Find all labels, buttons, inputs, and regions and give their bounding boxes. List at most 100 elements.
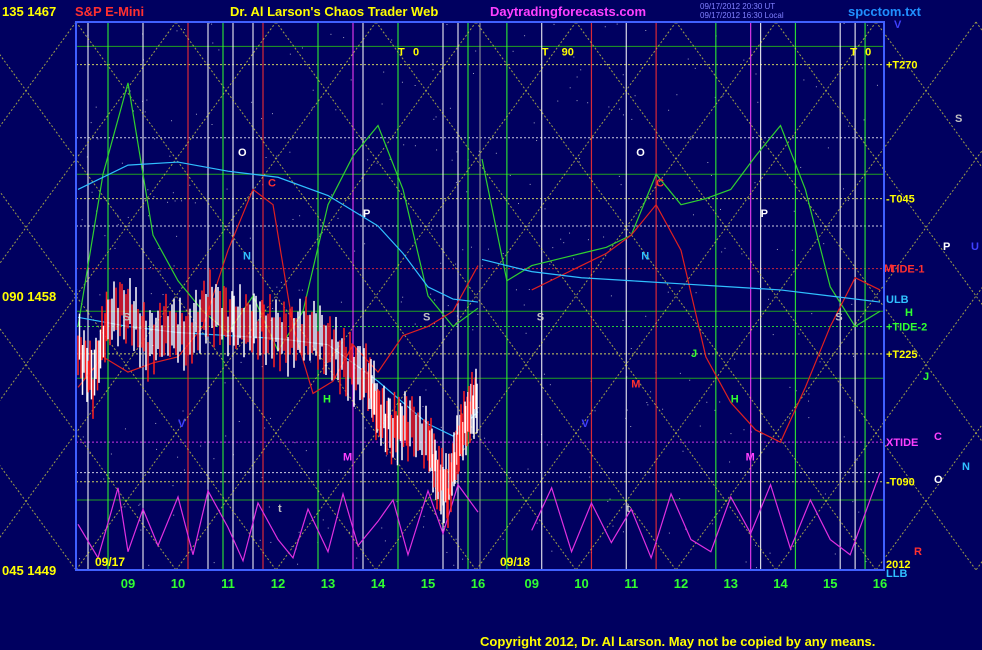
star-dot [330, 33, 332, 35]
star-dot [808, 393, 810, 395]
star-dot [82, 436, 84, 438]
star-dot [150, 293, 152, 295]
plot-letter: V [178, 418, 186, 430]
star-dot [528, 289, 530, 291]
right-label: LLB [886, 568, 907, 580]
star-dot [721, 251, 723, 253]
star-dot [182, 410, 184, 412]
star-dot [158, 248, 160, 250]
star-dot [478, 407, 480, 409]
star-dot [153, 196, 155, 198]
plot-letter: M [746, 451, 755, 463]
plot-letter: J [691, 348, 697, 360]
star-dot [272, 308, 274, 310]
star-dot [200, 445, 202, 447]
star-dot [610, 295, 612, 297]
star-dot [213, 562, 215, 564]
star-dot [676, 94, 678, 96]
series-magenta [531, 472, 881, 560]
star-dot [305, 450, 307, 452]
star-dot [618, 108, 620, 110]
star-dot [861, 67, 863, 69]
star-dot [808, 400, 810, 402]
star-dot [356, 557, 358, 559]
x-tick-label: 13 [321, 576, 335, 591]
star-dot [385, 455, 387, 457]
star-dot [354, 148, 356, 150]
star-dot [579, 157, 581, 159]
star-dot [261, 118, 263, 120]
star-dot [149, 267, 151, 269]
star-dot [402, 296, 404, 298]
star-dot [524, 35, 526, 37]
star-dot [472, 329, 474, 331]
star-dot [576, 100, 578, 102]
star-dot [569, 87, 571, 89]
star-dot [249, 237, 251, 239]
star-dot [117, 214, 119, 216]
star-dot [124, 428, 126, 430]
star-dot [414, 145, 416, 147]
star-dot [291, 546, 293, 548]
star-dot [181, 200, 183, 202]
star-dot [546, 444, 548, 446]
legend-letter: R [914, 546, 922, 558]
star-dot [594, 410, 596, 412]
star-dot [603, 236, 605, 238]
star-dot [350, 79, 352, 81]
plot-letter: C [656, 177, 664, 189]
star-dot [560, 238, 562, 240]
star-dot [104, 235, 106, 237]
star-dot [173, 265, 175, 267]
star-dot [381, 527, 383, 529]
star-dot [462, 558, 464, 560]
plot-letter: P [363, 208, 370, 220]
star-dot [536, 140, 538, 142]
price-bars [77, 269, 478, 528]
star-dot [755, 73, 757, 75]
star-dot [299, 215, 301, 217]
plot-letter: T [398, 46, 405, 58]
star-dot [477, 313, 479, 315]
star-dot [843, 188, 845, 190]
star-dot [376, 162, 378, 164]
star-dot [776, 248, 778, 250]
star-dot [146, 99, 148, 101]
star-dot [754, 182, 756, 184]
plot-letter: M [343, 451, 352, 463]
star-dot [403, 144, 405, 146]
star-dot [515, 289, 517, 291]
plot-letter: S [123, 311, 130, 323]
star-dot [690, 136, 692, 138]
star-dot [311, 107, 313, 109]
star-dot [383, 71, 385, 73]
plot-letter: S [835, 311, 842, 323]
star-dot [124, 506, 126, 508]
star-dot [328, 469, 330, 471]
x-tick-label: 11 [624, 576, 638, 591]
star-dot [734, 358, 736, 360]
chart-svg: T 0 T 90 T 0OCNPSSHVMOCNPS SJHVMMt t 09 10 11 12 13… [0, 19, 982, 591]
star-dot [706, 401, 708, 403]
right-label: ULB [886, 294, 909, 306]
star-dot [754, 544, 756, 546]
star-dot [90, 122, 92, 124]
star-dot [512, 50, 514, 52]
star-dot [430, 481, 432, 483]
star-dot [609, 498, 611, 500]
star-dot [549, 263, 551, 265]
series-magenta [77, 483, 479, 563]
star-dot [97, 138, 99, 140]
star-dot [268, 506, 270, 508]
star-dot [455, 182, 457, 184]
star-dot [757, 101, 759, 103]
legend-letter: U [971, 241, 979, 253]
star-dot [176, 235, 178, 237]
star-dot [189, 184, 191, 186]
star-dot [608, 106, 610, 108]
star-dot [381, 103, 383, 105]
star-dot [431, 228, 433, 230]
plot-letter: S [537, 311, 544, 323]
right-labels: +T270-T045-TIDE-1ULB+TIDE-2+T225XTIDE-T0… [884, 19, 979, 580]
star-dot [400, 301, 402, 303]
